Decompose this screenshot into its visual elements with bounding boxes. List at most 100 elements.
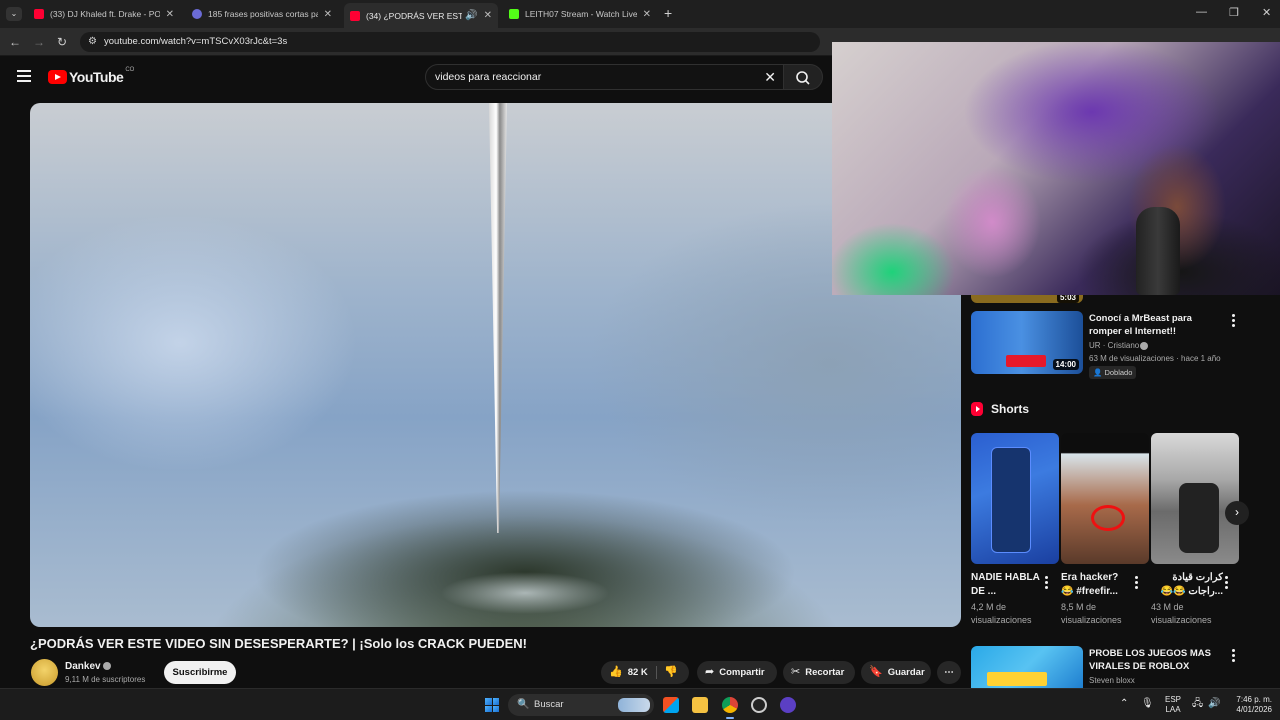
app-icon[interactable] xyxy=(751,697,767,713)
shorts-heading: Shorts xyxy=(971,402,1029,416)
short-views: 4,2 M de visualizaciones xyxy=(971,602,1032,625)
thumbs-down-icon: 👎 xyxy=(664,666,678,678)
tab-search-chevron-icon[interactable]: ⌄ xyxy=(6,7,22,21)
like-button[interactable]: 👍 82 K xyxy=(609,661,648,684)
reload-icon[interactable]: ↻ xyxy=(57,35,67,49)
short-views: 8,5 M de visualizaciones xyxy=(1061,602,1122,625)
recommendation-channel[interactable]: UR · Cristiano xyxy=(1089,341,1139,350)
clip-button[interactable]: ✂ Recortar xyxy=(783,661,855,684)
store-app-icon[interactable] xyxy=(663,697,679,713)
site-info-icon[interactable]: ⚙ xyxy=(88,32,97,52)
short-thumbnail-1[interactable] xyxy=(971,433,1059,564)
recommendation-title[interactable]: PROBE LOS JUEGOS MAS VIRALES DE ROBLOX xyxy=(1089,647,1224,673)
thumbnail-logo-image xyxy=(1006,355,1046,367)
url-text: youtube.com/watch?v=mTSCvX03rJc&t=3s xyxy=(104,36,288,47)
dislike-button[interactable]: 👎 xyxy=(664,661,683,684)
app-icon[interactable] xyxy=(780,697,796,713)
more-options-icon[interactable] xyxy=(1225,576,1229,591)
like-dislike-group: 👍 82 K 👎 xyxy=(601,661,689,684)
short-views: 43 M de visualizaciones xyxy=(1151,602,1212,625)
search-button[interactable] xyxy=(783,64,823,90)
video-frame-needle xyxy=(489,103,507,533)
channel-name[interactable]: Dankev xyxy=(65,661,101,672)
search-query-text: videos para reaccionar xyxy=(435,71,542,83)
recommendation-thumbnail[interactable] xyxy=(971,646,1083,688)
phone-image xyxy=(991,447,1031,553)
back-arrow-icon[interactable]: ← xyxy=(9,35,21,49)
taskbar-search[interactable]: 🔍 Buscar xyxy=(508,694,654,716)
speaker-icon[interactable]: 🔊 xyxy=(465,10,477,21)
shorts-next-chevron-icon[interactable]: › xyxy=(1225,501,1249,525)
microphone-image xyxy=(1136,207,1180,295)
frases-favicon-icon xyxy=(192,9,202,19)
channel-avatar[interactable] xyxy=(31,659,58,686)
show-hidden-icons-chevron-icon[interactable]: ⌃ xyxy=(1120,699,1128,709)
short-title[interactable]: NADIE HABLA DE ... xyxy=(971,571,1043,599)
chrome-icon[interactable] xyxy=(722,697,738,713)
recommendation-thumbnail[interactable]: 14:00 xyxy=(971,311,1083,374)
close-tab-icon[interactable]: ✕ xyxy=(324,9,332,20)
video-player[interactable] xyxy=(30,103,961,627)
subscriber-count: 9,11 M de suscriptores xyxy=(65,675,146,684)
recommendation-title[interactable]: Conocí a MrBeast para romper el Internet… xyxy=(1089,312,1224,338)
short-title[interactable]: Era hacker? 😂 #freefir... xyxy=(1061,571,1133,599)
clock[interactable]: 7:46 p. m. 4/01/2026 xyxy=(1224,695,1272,715)
verified-icon xyxy=(103,662,111,670)
youtube-logo[interactable]: YouTube CO xyxy=(48,67,134,85)
youtube-play-icon xyxy=(48,70,67,84)
browser-tab-strip: ⌄ (33) DJ Khaled ft. Drake - POPSTAR ✕ 1… xyxy=(0,0,1280,28)
hamburger-menu-icon[interactable] xyxy=(17,70,31,82)
restore-icon[interactable]: ❐ xyxy=(1229,6,1239,19)
search-input[interactable]: videos para reaccionar ✕ xyxy=(425,64,785,90)
video-title: ¿PODRÁS VER ESTE VIDEO SIN DESESPERARTE?… xyxy=(30,636,527,651)
youtube-header: YouTube CO videos para reaccionar ✕ xyxy=(0,56,832,100)
partial-recommendation-thumbnail[interactable]: 5:03 xyxy=(971,295,1083,303)
youtube-favicon-icon xyxy=(34,9,44,19)
clear-search-icon[interactable]: ✕ xyxy=(764,65,776,89)
bookmark-icon: 🔖 xyxy=(869,666,883,678)
windows-taskbar: 🔍 Buscar ⌃ 🎙 ESP LAA 🖧 🔊 7:46 p. m. 4/01/2… xyxy=(0,688,1280,720)
scissors-icon: ✂ xyxy=(791,666,801,678)
new-tab-button[interactable]: + xyxy=(664,5,672,21)
active-app-indicator xyxy=(726,717,734,719)
subscribe-button[interactable]: Suscribirme xyxy=(164,661,236,684)
volume-icon[interactable]: 🔊 xyxy=(1208,699,1220,709)
forward-arrow-icon[interactable]: → xyxy=(33,35,45,49)
share-arrow-icon: ➦ xyxy=(705,666,715,678)
short-thumbnail-2[interactable] xyxy=(1061,433,1149,564)
more-options-icon[interactable] xyxy=(1232,649,1236,664)
short-title[interactable]: كرارت قيادة ...راجات 😂😂 xyxy=(1151,571,1223,599)
more-options-icon[interactable] xyxy=(1232,314,1236,329)
recommendation-channel[interactable]: Steven bloxx xyxy=(1089,676,1135,685)
browser-tab-3-active[interactable]: (34) ¿PODRÁS VER ESTE VIDEO 🔊 ✕ xyxy=(344,3,498,28)
kick-favicon-icon xyxy=(509,9,519,19)
divider xyxy=(656,666,657,679)
browser-tab-1[interactable]: (33) DJ Khaled ft. Drake - POPSTAR ✕ xyxy=(28,3,180,25)
language-indicator[interactable]: ESP LAA xyxy=(1160,695,1186,715)
save-button[interactable]: 🔖 Guardar xyxy=(861,661,931,684)
address-bar[interactable]: ⚙ youtube.com/watch?v=mTSCvX03rJc&t=3s xyxy=(80,32,820,52)
youtube-favicon-icon xyxy=(350,10,360,21)
more-options-icon[interactable] xyxy=(1135,576,1139,591)
file-explorer-icon[interactable] xyxy=(692,697,708,713)
share-button[interactable]: ➦ Compartir xyxy=(697,661,777,684)
more-options-icon[interactable] xyxy=(1045,576,1049,591)
short-thumbnail-3[interactable] xyxy=(1151,433,1239,564)
search-highlight-image xyxy=(618,698,650,712)
minimize-icon[interactable]: — xyxy=(1196,6,1207,18)
network-icon[interactable]: 🖧 xyxy=(1192,699,1203,709)
close-tab-icon[interactable]: ✕ xyxy=(166,9,174,20)
close-tab-icon[interactable]: ✕ xyxy=(643,9,651,20)
more-actions-button[interactable]: ⋯ xyxy=(937,661,961,684)
browser-tab-2[interactable]: 185 frases positivas cortas para ✕ xyxy=(186,3,338,25)
motorbike-image xyxy=(1179,483,1219,553)
microphone-icon[interactable]: 🎙 xyxy=(1141,699,1154,709)
browser-tab-4[interactable]: LEITH07 Stream - Watch Live on ✕ xyxy=(503,3,657,25)
close-tab-icon[interactable]: ✕ xyxy=(484,10,492,21)
close-window-icon[interactable]: ✕ xyxy=(1262,6,1271,19)
recommendation-stats: 63 M de visualizaciones · hace 1 año xyxy=(1089,354,1221,363)
thumbs-up-icon: 👍 xyxy=(609,666,623,678)
red-circle-mark xyxy=(1091,505,1125,531)
windows-start-icon[interactable] xyxy=(485,698,499,712)
search-icon: 🔍 xyxy=(517,699,530,710)
